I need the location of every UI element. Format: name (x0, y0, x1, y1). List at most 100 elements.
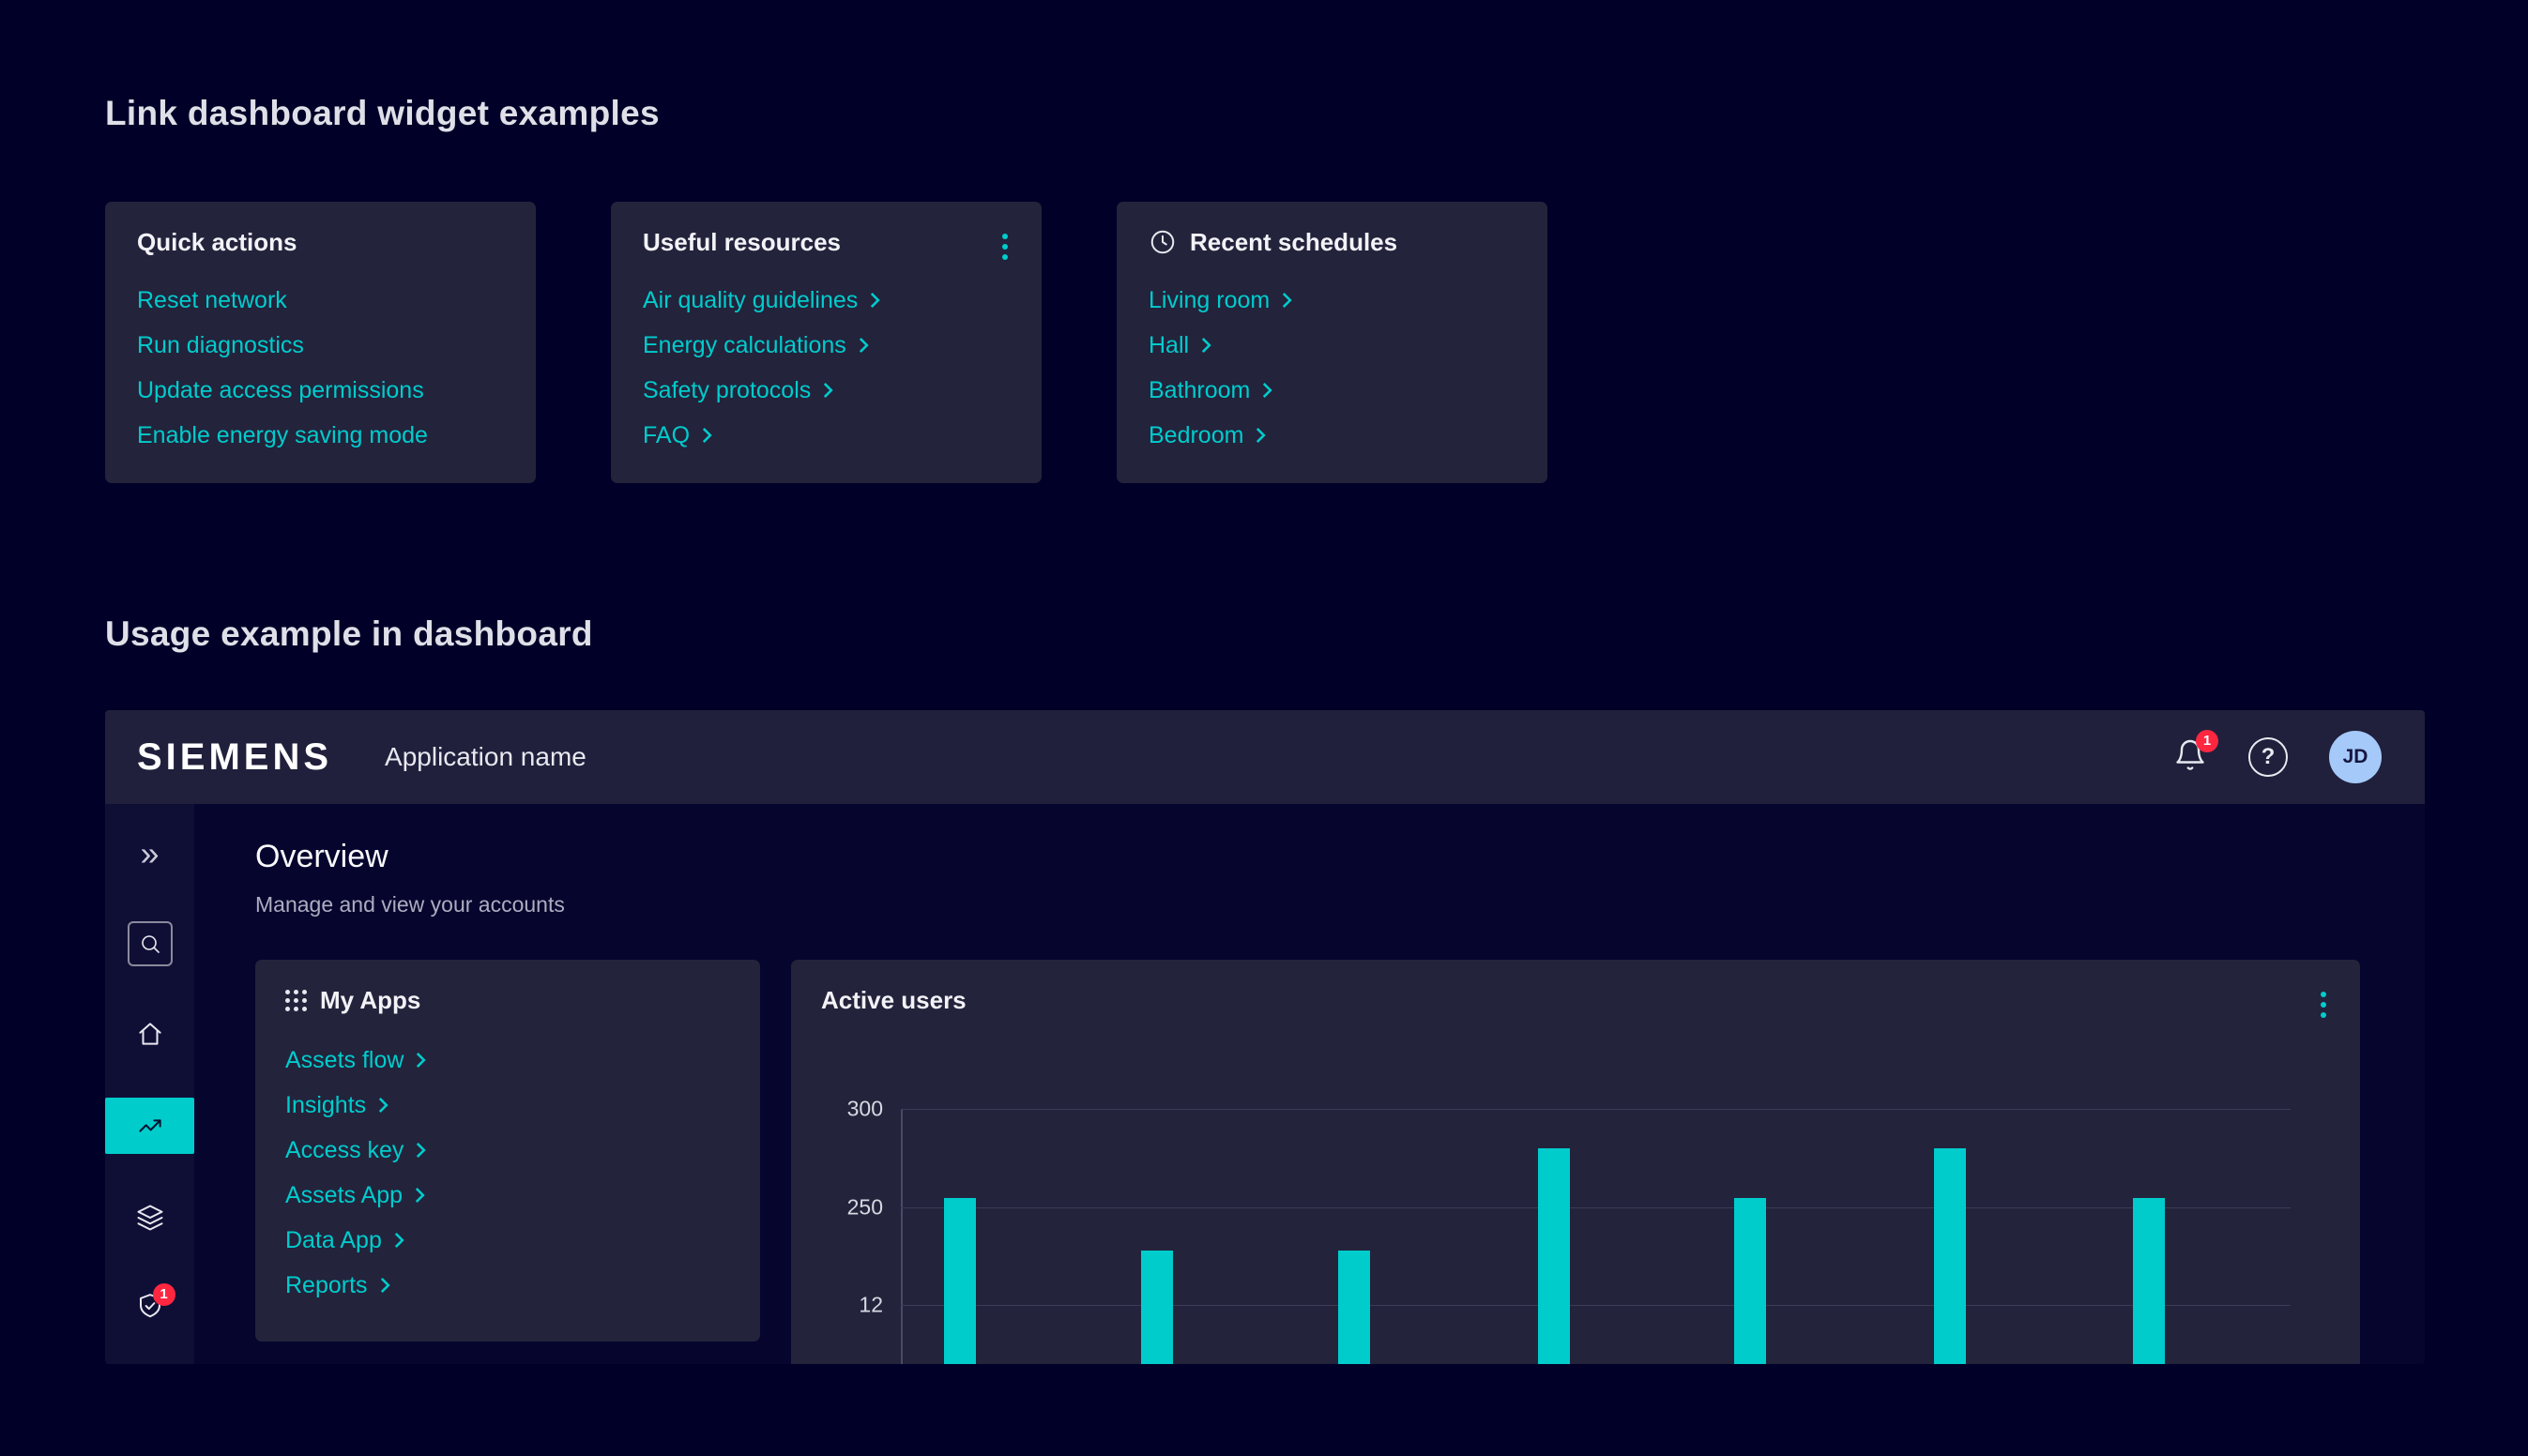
link-reports[interactable]: Reports (285, 1269, 390, 1301)
y-axis-tick-label: 300 (791, 1097, 883, 1122)
chart-bar (2133, 1198, 2165, 1365)
recent-schedules-card: Recent schedules Living room Hall Bathro… (1117, 202, 1547, 483)
link-insights[interactable]: Insights (285, 1089, 388, 1121)
link-energy-calculations[interactable]: Energy calculations (643, 329, 869, 361)
avatar[interactable]: JD (2329, 731, 2382, 783)
chart-bar (944, 1198, 976, 1365)
gridline (901, 1109, 2291, 1110)
app-body: » 1 (105, 804, 2425, 1364)
page-title: Overview (255, 838, 2425, 875)
active-users-title: Active users (821, 986, 2330, 1014)
shield-wrap: 1 (136, 1292, 164, 1325)
gridline (901, 1207, 2291, 1208)
notifications-button[interactable]: 1 (2173, 738, 2207, 777)
double-chevron-right-icon: » (140, 837, 159, 871)
link-update-access-permissions[interactable]: Update access permissions (137, 374, 424, 406)
my-apps-links: Assets flow Insights Access key Assets A… (285, 1044, 730, 1301)
usage-section-title: Usage example in dashboard (105, 614, 2528, 654)
line-chart-icon (136, 1112, 164, 1140)
link-air-quality-guidelines[interactable]: Air quality guidelines (643, 284, 880, 316)
link-hall[interactable]: Hall (1149, 329, 1211, 361)
chart-bar (1734, 1198, 1766, 1365)
link-label: Reports (285, 1269, 368, 1301)
sidebar-expand-button[interactable]: » (105, 827, 194, 880)
y-axis-tick-label: 12 (791, 1293, 883, 1318)
link-label: Assets flow (285, 1044, 404, 1076)
link-label: Access key (285, 1134, 404, 1166)
card-title-row: Quick actions (137, 228, 504, 256)
y-axis-tick-label: 250 (791, 1195, 883, 1221)
chevron-right-icon (415, 1052, 426, 1069)
link-reset-network[interactable]: Reset network (137, 284, 287, 316)
active-users-plot: 300 250 12 (791, 960, 2360, 1364)
chevron-right-icon (701, 427, 712, 444)
chart-bar (1338, 1251, 1370, 1364)
useful-resources-card: Useful resources Air quality guidelines … (611, 202, 1042, 483)
link-bathroom[interactable]: Bathroom (1149, 374, 1272, 406)
card-title-row: Useful resources (643, 228, 1010, 256)
chevron-right-icon (379, 1277, 390, 1294)
sidebar-item-home[interactable] (105, 1008, 194, 1060)
chevron-right-icon (822, 382, 833, 399)
search-tile (128, 921, 173, 966)
link-living-room[interactable]: Living room (1149, 284, 1292, 316)
link-label: Hall (1149, 329, 1189, 361)
y-axis-line (901, 1109, 903, 1364)
home-icon (136, 1020, 164, 1048)
chevron-right-icon (1255, 427, 1266, 444)
sidebar-item-search[interactable] (105, 918, 194, 970)
chevron-right-icon (415, 1142, 426, 1159)
link-safety-protocols[interactable]: Safety protocols (643, 374, 833, 406)
card-title-row: Recent schedules (1149, 228, 1515, 256)
recent-schedules-links: Living room Hall Bathroom Bedroom (1149, 284, 1515, 451)
link-faq[interactable]: FAQ (643, 419, 712, 451)
my-apps-title: My Apps (320, 986, 420, 1014)
widgets-section-title: Link dashboard widget examples (105, 94, 2528, 133)
quick-actions-title: Quick actions (137, 228, 297, 256)
link-label: Energy calculations (643, 329, 846, 361)
chevron-right-icon (1281, 292, 1292, 309)
link-label: Insights (285, 1089, 366, 1121)
gridline (901, 1305, 2291, 1306)
card-title-row: My Apps (285, 986, 730, 1014)
content-row: My Apps Assets flow Insights Access key … (255, 960, 2425, 1364)
link-label: Enable energy saving mode (137, 419, 428, 451)
link-assets-flow[interactable]: Assets flow (285, 1044, 426, 1076)
quick-actions-card: Quick actions Reset network Run diagnost… (105, 202, 536, 483)
link-label: Reset network (137, 284, 287, 316)
widget-examples-row: Quick actions Reset network Run diagnost… (105, 202, 2528, 483)
search-icon (139, 933, 161, 955)
link-data-app[interactable]: Data App (285, 1224, 404, 1256)
sidebar-item-analytics[interactable] (105, 1098, 194, 1154)
quick-actions-links: Reset network Run diagnostics Update acc… (137, 284, 504, 451)
link-run-diagnostics[interactable]: Run diagnostics (137, 329, 304, 361)
link-enable-energy-saving[interactable]: Enable energy saving mode (137, 419, 428, 451)
link-label: Air quality guidelines (643, 284, 858, 316)
my-apps-card: My Apps Assets flow Insights Access key … (255, 960, 760, 1342)
app-header: SIEMENS Application name 1 ? JD (105, 710, 2425, 804)
page-subtitle: Manage and view your accounts (255, 890, 2425, 918)
security-badge: 1 (153, 1283, 175, 1306)
help-icon[interactable]: ? (2248, 737, 2288, 777)
chart-bar (1934, 1148, 1966, 1364)
link-assets-app[interactable]: Assets App (285, 1179, 425, 1211)
link-label: Safety protocols (643, 374, 811, 406)
link-label: Data App (285, 1224, 382, 1256)
link-label: Run diagnostics (137, 329, 304, 361)
useful-resources-links: Air quality guidelines Energy calculatio… (643, 284, 1010, 451)
kebab-menu-icon[interactable] (998, 230, 1012, 264)
recent-schedules-title: Recent schedules (1190, 228, 1397, 256)
link-bedroom[interactable]: Bedroom (1149, 419, 1266, 451)
dashboard-mock: SIEMENS Application name 1 ? JD » (105, 710, 2425, 1364)
chart-bar (1141, 1251, 1173, 1364)
chevron-right-icon (377, 1097, 388, 1114)
active-users-card: Active users 300 250 12 (791, 960, 2360, 1364)
link-label: Living room (1149, 284, 1270, 316)
link-access-key[interactable]: Access key (285, 1134, 426, 1166)
application-name: Application name (385, 742, 586, 772)
link-label: Bathroom (1149, 374, 1250, 406)
main-content: Overview Manage and view your accounts M… (194, 804, 2425, 1364)
sidebar-item-layers[interactable] (105, 1191, 194, 1244)
chevron-right-icon (1261, 382, 1272, 399)
sidebar-item-security[interactable]: 1 (105, 1282, 194, 1334)
